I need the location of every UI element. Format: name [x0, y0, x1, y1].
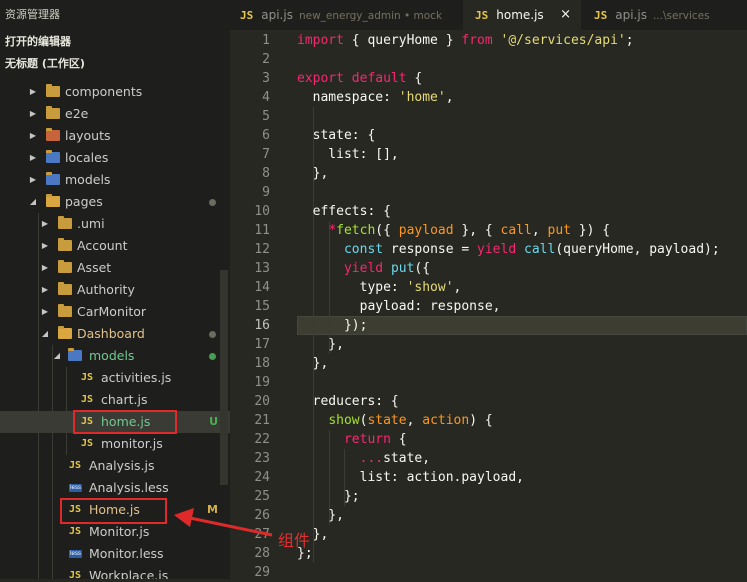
annotation-arrow-head: [174, 508, 194, 527]
annotation-arrow-line: [189, 516, 273, 537]
annotation-label: 组件: [278, 531, 311, 550]
annotation-overlay: [174, 508, 273, 537]
